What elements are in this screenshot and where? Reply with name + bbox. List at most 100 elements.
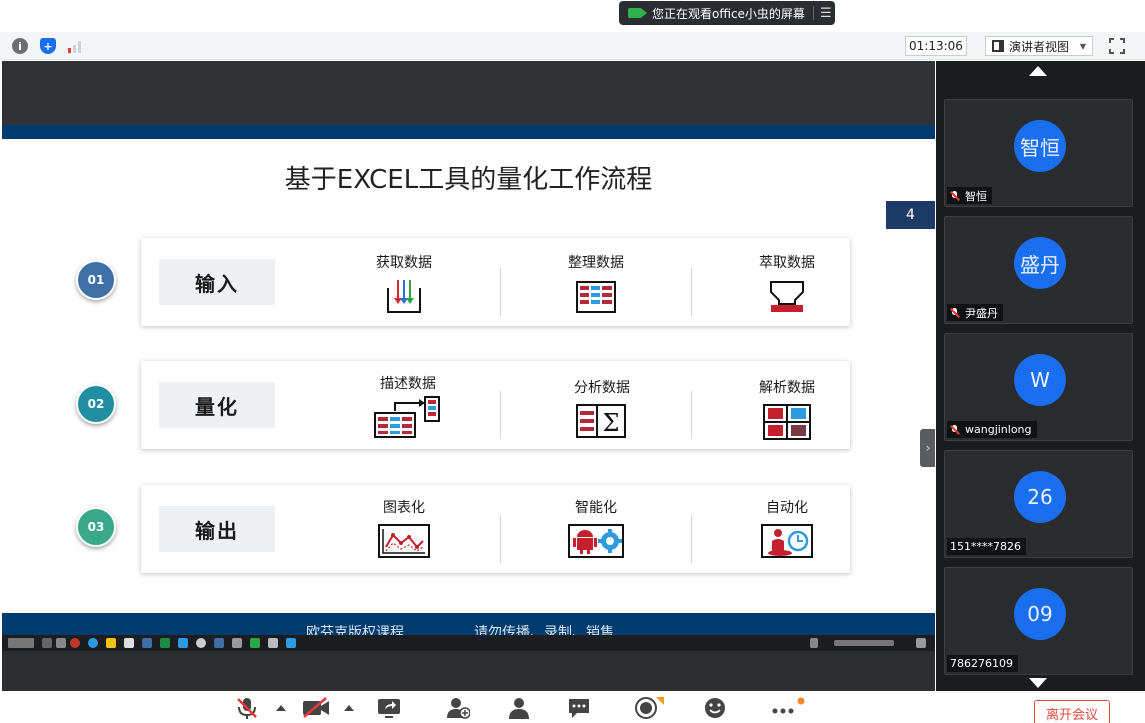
top-toolbar: i + 01:13:06 演讲者视图 ▼	[0, 32, 1145, 60]
tray-icons	[834, 640, 894, 646]
participant-name-tag: 尹盛丹	[947, 304, 1003, 321]
share-bottom-area	[2, 651, 935, 691]
signal-icon[interactable]	[67, 38, 83, 54]
step-item-label: 萃取数据	[759, 255, 815, 271]
record-icon[interactable]	[634, 697, 664, 719]
participant-tile[interactable]: 26 151****7826	[944, 450, 1133, 558]
table-icon	[576, 281, 616, 313]
step-item-label: 解析数据	[759, 380, 815, 396]
more-icon[interactable]	[771, 697, 805, 719]
step-item-organize-data: 整理数据	[541, 252, 651, 322]
item-divider	[500, 391, 501, 439]
sigma-icon: Σ	[576, 404, 626, 438]
taskbar-app-icon	[196, 638, 206, 648]
taskbar-app-icon	[142, 638, 152, 648]
slide-top-dark	[2, 61, 935, 125]
taskbar-app-icon	[268, 638, 278, 648]
camera-off-icon[interactable]	[302, 697, 330, 719]
taskbar-app-icon	[250, 638, 260, 648]
item-divider	[691, 268, 692, 316]
clock-person-icon	[761, 524, 813, 558]
avatar: 26	[1014, 471, 1066, 523]
item-divider	[691, 391, 692, 439]
chevron-up-icon[interactable]	[276, 705, 286, 711]
taskbar-app-icon	[160, 638, 170, 648]
import-arrows-icon	[387, 280, 421, 313]
leave-meeting-button[interactable]: 离开会议	[1034, 700, 1110, 723]
step-card-output: 输出 图表化 智能化 自动化	[141, 485, 850, 573]
step-item-label: 描述数据	[380, 376, 436, 392]
chart-icon	[378, 524, 430, 558]
mic-muted-icon[interactable]	[235, 697, 259, 719]
shared-screen: 基于EXCEL工具的量化工作流程 4 01 输入 获取数据 整理数据 萃取数据 …	[2, 61, 935, 691]
participant-name: 151****7826	[950, 540, 1021, 553]
step-item-label: 图表化	[383, 500, 425, 516]
participant-tile[interactable]: 09 786276109	[944, 567, 1133, 675]
slide: 基于EXCEL工具的量化工作流程 4 01 输入 获取数据 整理数据 萃取数据 …	[2, 139, 935, 613]
grid-icon	[763, 404, 811, 440]
step-item-intelligent: 智能化	[541, 497, 651, 567]
taskbar-app-icon	[232, 638, 242, 648]
taskbar-app-icon	[56, 638, 66, 648]
mic-muted-icon	[950, 190, 960, 201]
step-label: 输出	[159, 506, 275, 552]
invite-icon[interactable]	[446, 697, 470, 719]
android-gear-icon	[568, 524, 624, 558]
step-item-describe-data: 描述数据	[353, 373, 463, 443]
participants-panel: 智恒 智恒 盛丹 尹盛丹 W wangjinlong 26 151****782…	[936, 61, 1145, 691]
participant-name: 尹盛丹	[965, 306, 998, 320]
step-item-charting: 图表化	[349, 497, 459, 567]
participant-tile[interactable]: 盛丹 尹盛丹	[944, 216, 1133, 324]
participant-tile[interactable]: W wangjinlong	[944, 333, 1133, 441]
slide-title: 基于EXCEL工具的量化工作流程	[284, 165, 653, 195]
meeting-timer: 01:13:06	[905, 36, 967, 56]
banner-divider	[812, 6, 814, 20]
scroll-down-icon[interactable]	[1029, 678, 1047, 688]
list-icon[interactable]: ☰	[820, 6, 832, 21]
participant-name: wangjinlong	[965, 423, 1032, 436]
presenter-taskbar	[2, 635, 935, 651]
step-item-label: 整理数据	[568, 255, 624, 271]
step-number-01: 01	[76, 260, 116, 300]
step-number-03: 03	[76, 507, 116, 547]
chat-icon[interactable]	[567, 697, 591, 719]
chevron-down-icon: ▼	[1079, 41, 1086, 51]
chevron-up-icon[interactable]	[344, 705, 354, 711]
scroll-up-icon[interactable]	[1029, 66, 1047, 76]
slide-header-stripe	[2, 125, 935, 139]
info-icon[interactable]: i	[12, 38, 28, 54]
taskbar-app-icon	[88, 638, 98, 648]
step-item-parse-data: 解析数据	[732, 377, 842, 447]
slide-footer-right: 请勿传播、录制、销售	[474, 625, 614, 635]
taskbar-app-icon	[286, 638, 296, 648]
shield-icon[interactable]: +	[40, 38, 56, 54]
tray-icon	[810, 638, 818, 648]
describe-icon	[374, 396, 440, 438]
item-divider	[500, 268, 501, 316]
fullscreen-icon[interactable]	[1109, 38, 1125, 54]
step-card-input: 输入 获取数据 整理数据 萃取数据	[141, 238, 850, 326]
step-number-02: 02	[76, 384, 116, 424]
collapse-panel-button[interactable]: ›	[920, 429, 935, 467]
taskbar-app-icon	[214, 638, 224, 648]
avatar: 智恒	[1014, 120, 1066, 172]
step-item-label: 智能化	[575, 500, 617, 516]
item-divider	[691, 515, 692, 563]
participant-name: 智恒	[965, 189, 987, 203]
participant-name-tag: wangjinlong	[947, 421, 1037, 438]
step-item-label: 分析数据	[574, 380, 630, 396]
participant-tile[interactable]: 智恒 智恒	[944, 99, 1133, 207]
members-icon[interactable]	[507, 697, 531, 719]
mic-muted-icon	[950, 307, 960, 318]
presenter-view-dropdown[interactable]: 演讲者视图 ▼	[985, 36, 1093, 56]
emoji-icon[interactable]	[703, 697, 727, 719]
viewing-banner[interactable]: 您正在观看office小虫的屏幕 ☰	[619, 1, 835, 25]
mic-muted-icon	[950, 424, 960, 435]
step-label: 量化	[159, 382, 275, 428]
view-layout-icon	[992, 40, 1004, 52]
slide-footer-left: 欧芬克版权课程	[306, 625, 404, 635]
slide-page-number: 4	[886, 201, 935, 229]
step-item-analyze-data: 分析数据 Σ	[547, 377, 657, 447]
taskbar-app-icon	[124, 638, 134, 648]
share-screen-icon[interactable]	[377, 697, 401, 719]
